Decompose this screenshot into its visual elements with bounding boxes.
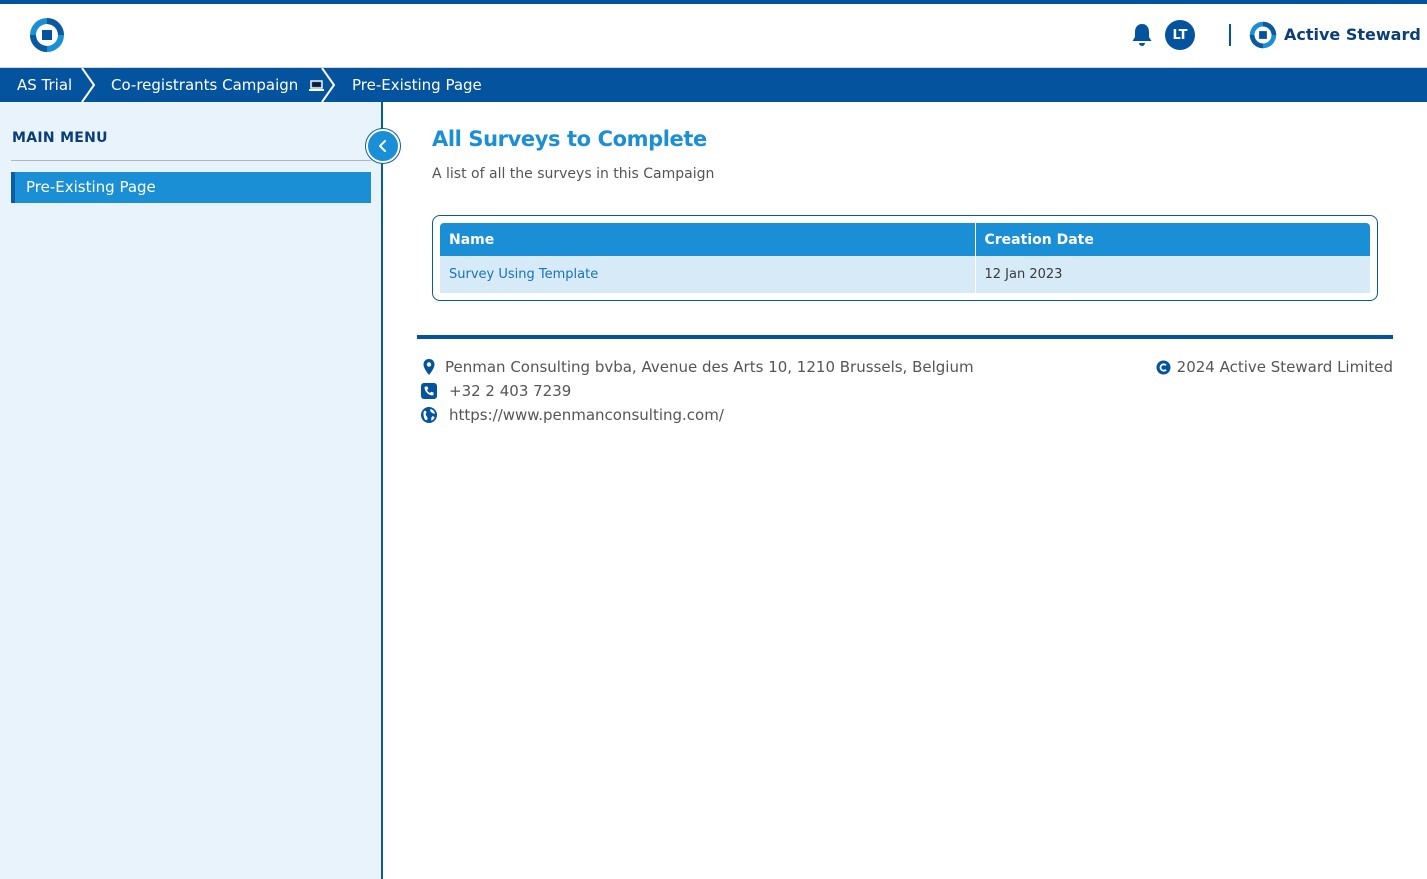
chevron-left-icon	[379, 140, 386, 152]
breadcrumb: AS Trial Co-registrants Campaign Pre-Exi…	[0, 68, 1427, 102]
page-title: All Surveys to Complete	[432, 127, 707, 151]
brand-logo-icon	[1249, 21, 1277, 49]
surveys-table-container: Name Creation Date Survey Using Template…	[432, 215, 1378, 301]
top-header: LT Active Steward	[0, 0, 1427, 68]
table-header-row: Name Creation Date	[440, 223, 1370, 256]
phone-icon	[421, 383, 437, 399]
sidebar-item-label: Pre-Existing Page	[26, 178, 156, 196]
sidebar-collapse-button[interactable]	[366, 129, 400, 163]
sidebar-item-pre-existing-page[interactable]: Pre-Existing Page	[11, 172, 371, 203]
breadcrumb-item-campaign[interactable]: Co-registrants Campaign	[111, 68, 325, 102]
footer-address: Penman Consulting bvba, Avenue des Arts …	[445, 358, 974, 376]
user-avatar[interactable]: LT	[1165, 20, 1195, 50]
footer-copyright: 2024 Active Steward Limited	[1156, 358, 1393, 376]
breadcrumb-label: Co-registrants Campaign	[111, 76, 299, 94]
bell-icon[interactable]	[1130, 22, 1154, 48]
breadcrumb-separator-icon	[321, 68, 336, 102]
footer-divider	[417, 335, 1393, 339]
survey-name-cell: Survey Using Template	[440, 256, 976, 293]
brand-name: Active Steward	[1284, 25, 1421, 44]
breadcrumb-label: AS Trial	[17, 76, 73, 94]
breadcrumb-item-as-trial[interactable]: AS Trial	[17, 68, 72, 102]
sidebar-title: MAIN MENU	[12, 130, 108, 146]
survey-name-link[interactable]: Survey Using Template	[449, 267, 598, 282]
page-subtitle: A list of all the surveys in this Campai…	[432, 166, 715, 182]
column-header-name[interactable]: Name	[440, 223, 976, 256]
location-pin-icon	[423, 359, 435, 375]
app-logo-icon[interactable]	[29, 17, 65, 53]
footer-phone: +32 2 403 7239	[449, 382, 572, 400]
column-header-creation-date[interactable]: Creation Date	[975, 223, 1370, 256]
table-row[interactable]: Survey Using Template 12 Jan 2023	[440, 256, 1370, 293]
breadcrumb-separator-icon	[81, 68, 96, 102]
breadcrumb-label: Pre-Existing Page	[352, 76, 482, 94]
breadcrumb-item-pre-existing-page[interactable]: Pre-Existing Page	[352, 68, 482, 102]
header-divider	[1229, 24, 1231, 46]
creation-date-cell: 12 Jan 2023	[975, 256, 1370, 293]
surveys-table: Name Creation Date Survey Using Template…	[440, 223, 1370, 293]
copyright-text: 2024 Active Steward Limited	[1176, 358, 1393, 376]
globe-icon	[421, 407, 437, 423]
sidebar: MAIN MENU Pre-Existing Page	[0, 102, 383, 879]
sidebar-divider	[11, 160, 371, 161]
copyright-icon	[1156, 360, 1171, 374]
footer-website-link[interactable]: https://www.penmanconsulting.com/	[449, 406, 724, 424]
